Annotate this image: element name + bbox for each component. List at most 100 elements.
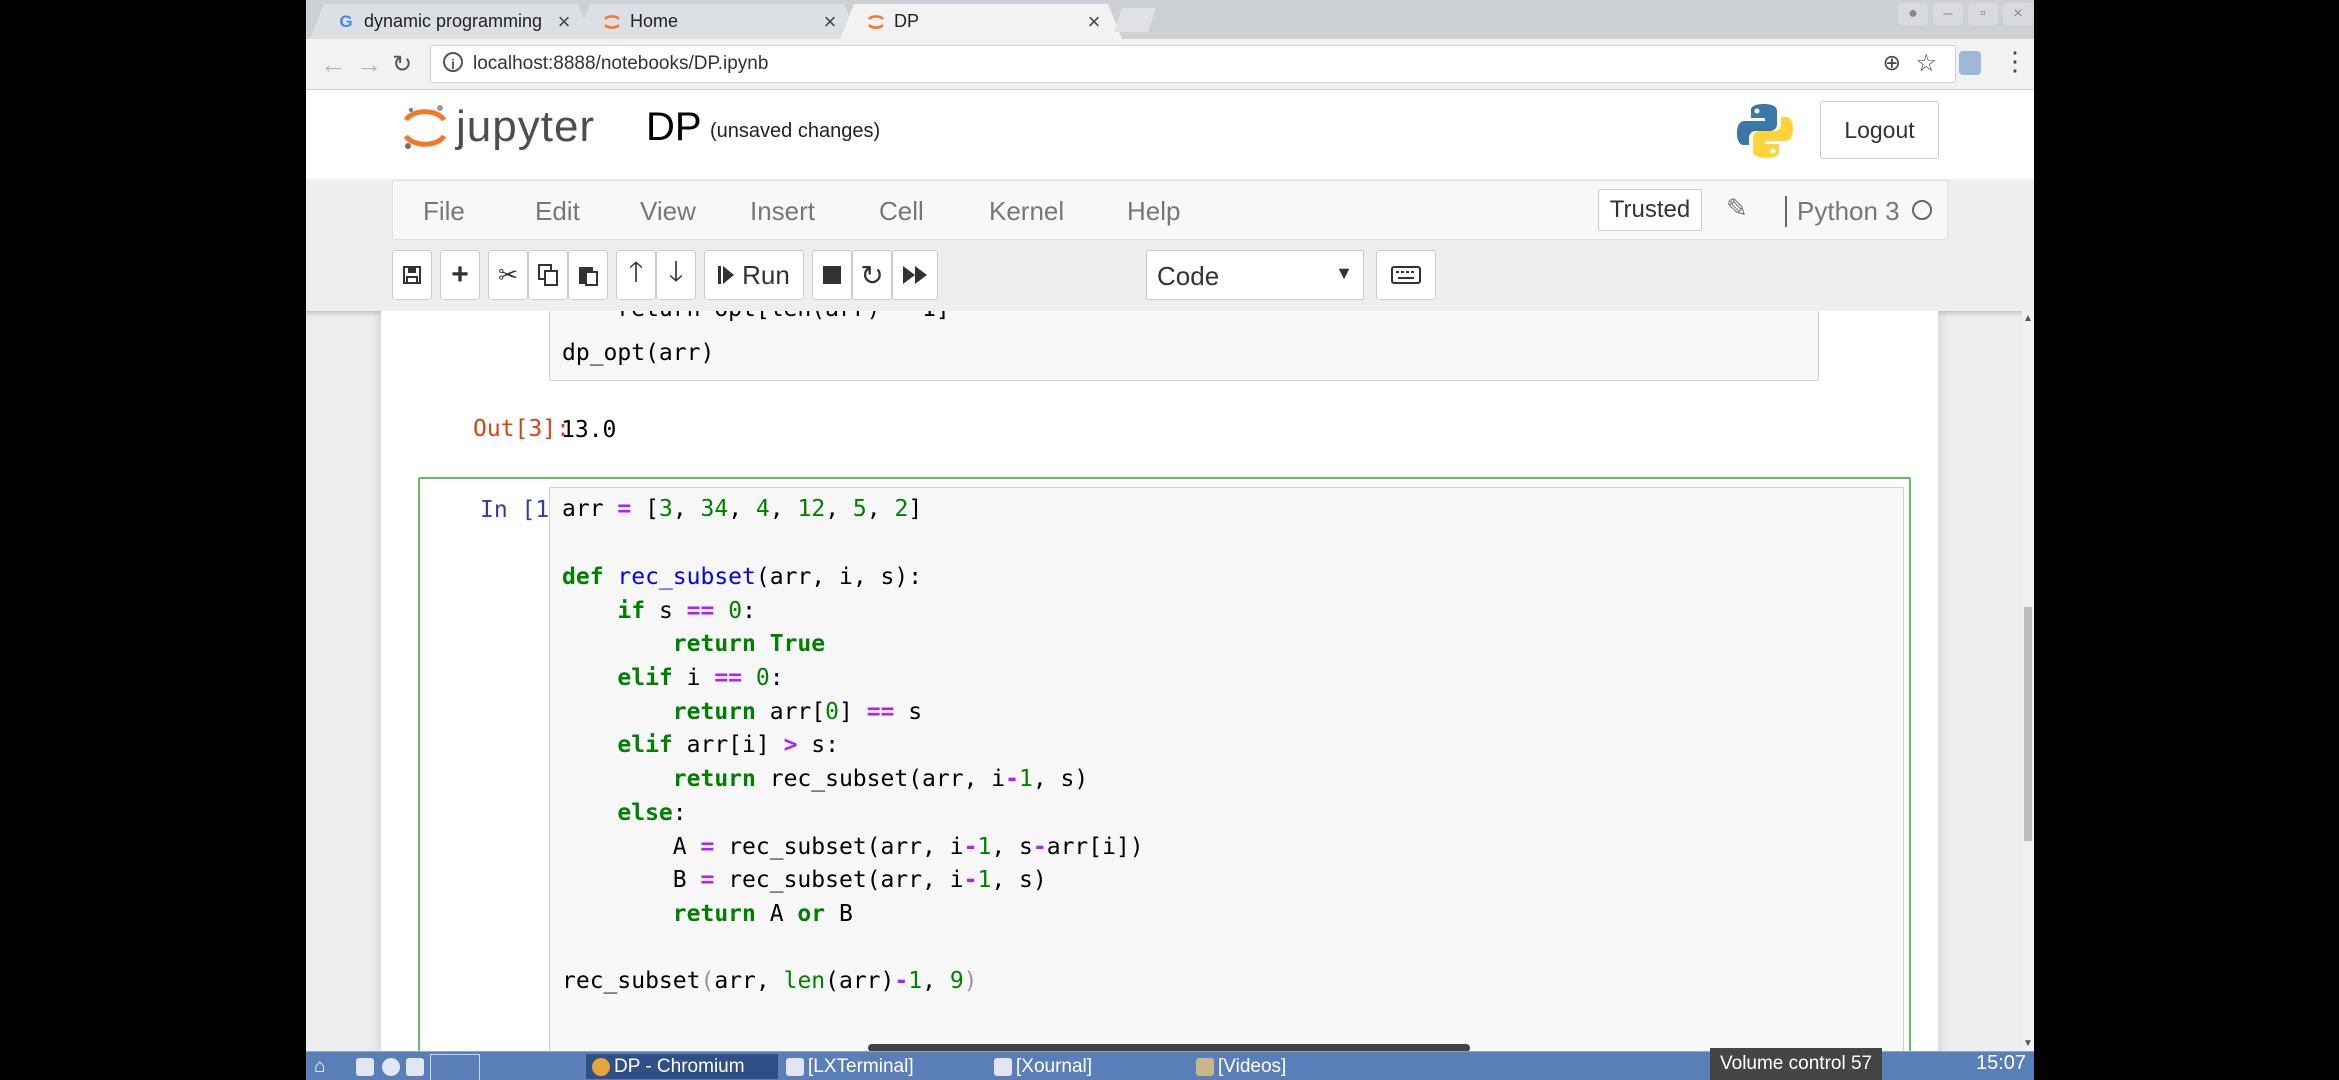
start-menu-icon[interactable]: ⌂	[314, 1054, 325, 1079]
cell-type-value: Code	[1157, 261, 1220, 291]
notebook-area[interactable]: return opt[len(arr) - 1] dp_opt(arr) Out…	[306, 311, 2022, 1051]
cell-type-select[interactable]: Code ▼	[1146, 250, 1364, 300]
cut-button[interactable]: ✂	[488, 250, 528, 300]
close-window-icon[interactable]: ×	[2003, 3, 2033, 25]
jupyter-logo-icon	[866, 12, 886, 32]
scroll-down-icon[interactable]: ▼	[2022, 1038, 2034, 1049]
bookmark-star-icon[interactable]: ☆	[1915, 49, 1937, 78]
site-info-icon[interactable]: i	[443, 52, 463, 72]
close-tab-icon[interactable]: ×	[554, 9, 574, 35]
tab-home[interactable]: Home ×	[576, 4, 858, 39]
taskbar-item-terminal[interactable]: [LXTerminal]	[786, 1054, 914, 1079]
taskbar-item-videos[interactable]: [Videos]	[1196, 1054, 1286, 1079]
restart-icon: ↻	[860, 259, 884, 291]
url-text: localhost:8888/notebooks/DP.ipynb	[473, 53, 769, 74]
menu-view[interactable]: View	[640, 196, 696, 227]
taskbar-item-xournal[interactable]: [Xournal]	[994, 1054, 1092, 1079]
jupyter-wordmark: jupyter	[456, 102, 596, 151]
xournal-icon	[994, 1057, 1012, 1076]
code-line: elif i == 0:	[617, 665, 784, 691]
clock: 15:07	[1976, 1052, 2027, 1074]
folder-icon	[1196, 1057, 1214, 1076]
tab-dp[interactable]: DP ×	[840, 4, 1122, 39]
code-line: return A or B	[672, 901, 853, 927]
notebook-name[interactable]: DP	[646, 105, 702, 150]
minimize-icon[interactable]: –	[1933, 3, 1963, 25]
menu-help[interactable]: Help	[1127, 196, 1180, 227]
google-icon: G	[339, 11, 353, 31]
tab-dynamic-programming[interactable]: G dynamic programming ×	[310, 4, 592, 39]
interrupt-kernel-button[interactable]	[812, 250, 852, 300]
insert-cell-button[interactable]: +	[440, 250, 480, 300]
output-prompt: Out[3]:	[473, 416, 570, 442]
browser-launcher-icon[interactable]	[382, 1054, 404, 1079]
move-up-button[interactable]: 🡑	[616, 250, 656, 300]
zoom-icon[interactable]: ⊕	[1883, 50, 1901, 76]
menu-kernel[interactable]: Kernel	[989, 196, 1064, 227]
restart-run-all-button[interactable]	[892, 250, 938, 300]
code-cell-input[interactable]: return opt[len(arr) - 1] dp_opt(arr)	[549, 311, 1819, 381]
jupyter-logo[interactable]: jupyter	[402, 102, 595, 152]
selected-code-cell[interactable]: In [10]: arr = [3, 34, 4, 12, 5, 2] def …	[418, 477, 1911, 1051]
command-palette-button[interactable]	[1376, 250, 1436, 300]
terminal-icon	[786, 1057, 804, 1076]
paste-button[interactable]	[568, 250, 608, 300]
code-line: return True	[672, 631, 826, 657]
logout-button[interactable]: Logout	[1820, 101, 1939, 159]
profile-icon[interactable]: ●	[1898, 3, 1928, 25]
browser-menu-icon[interactable]: ⋮	[2002, 46, 2028, 77]
trusted-indicator[interactable]: Trusted	[1598, 189, 1702, 231]
forward-icon[interactable]: →	[356, 49, 382, 80]
tab-title: dynamic programming	[364, 11, 543, 31]
menu-cell[interactable]: Cell	[879, 196, 924, 227]
run-button[interactable]: Run	[704, 250, 804, 300]
reload-icon[interactable]: ↻	[392, 50, 412, 79]
close-tab-icon[interactable]: ×	[1084, 9, 1104, 35]
code-line: def rec_subset(arr, i, s):	[562, 564, 923, 590]
browser-toolbar: ← → ↻ i localhost:8888/notebooks/DP.ipyn…	[306, 39, 2034, 90]
code-line: elif arr[i] > s:	[617, 732, 839, 758]
code-line: return opt[len(arr) - 1]	[562, 311, 949, 322]
close-tab-icon[interactable]: ×	[820, 9, 840, 35]
kernel-status-icon	[1912, 200, 1932, 220]
keyboard-icon	[1391, 266, 1421, 284]
notebook-toolbar: + ✂ 🡑 🡓 Run ↻ Code ▼	[392, 248, 1948, 308]
workspace-pager[interactable]	[430, 1054, 480, 1080]
files-icon[interactable]	[356, 1054, 378, 1079]
fast-forward-icon	[903, 266, 927, 284]
arrow-down-icon: 🡓	[668, 256, 684, 287]
plus-icon: +	[451, 258, 469, 291]
stop-icon	[823, 266, 841, 284]
scissors-icon: ✂	[497, 261, 519, 289]
python-logo-icon	[1734, 100, 1796, 162]
save-button[interactable]	[392, 250, 432, 300]
restart-kernel-button[interactable]: ↻	[852, 250, 892, 300]
save-status: (unsaved changes)	[710, 120, 881, 142]
move-down-button[interactable]: 🡓	[656, 250, 696, 300]
code-line: B = rec_subset(arr, i-1, s)	[562, 867, 1047, 893]
back-icon[interactable]: ←	[320, 49, 346, 80]
extension-icon[interactable]	[1959, 51, 1981, 75]
maximize-icon[interactable]: ▫	[1968, 3, 1998, 25]
code-line: rec_subset(arr, len(arr)-1, 9)	[562, 968, 978, 994]
menu-edit[interactable]: Edit	[535, 196, 580, 227]
dropdown-arrow-icon: ▼	[1335, 263, 1353, 283]
menu-insert[interactable]: Insert	[750, 196, 815, 227]
edit-pencil-icon[interactable]: ✎	[1726, 193, 1748, 224]
vertical-scrollbar[interactable]: ▲ ▼	[2022, 311, 2034, 1051]
code-line: A = rec_subset(arr, i-1, s-arr[i])	[562, 834, 1144, 860]
menu-file[interactable]: File	[423, 196, 465, 227]
jupyter-logo-icon	[402, 102, 448, 152]
code-editor[interactable]: arr = [3, 34, 4, 12, 5, 2] def rec_subse…	[549, 487, 1904, 1051]
code-line: dp_opt(arr)	[562, 340, 715, 366]
code-line: arr = [3, 34, 4, 12, 5, 2]	[562, 496, 923, 522]
show-desktop-icon[interactable]	[406, 1054, 428, 1079]
copy-button[interactable]	[528, 250, 568, 300]
taskbar-item-chromium[interactable]: DP - Chromium	[586, 1054, 778, 1079]
address-bar[interactable]: i localhost:8888/notebooks/DP.ipynb ⊕ ☆	[430, 45, 1956, 83]
code-line: return arr[0] == s	[672, 699, 923, 725]
scroll-up-icon[interactable]: ▲	[2022, 313, 2034, 324]
tab-title: DP	[894, 11, 920, 31]
code-line: if s == 0:	[617, 598, 756, 624]
scrollbar-thumb[interactable]	[2024, 607, 2032, 841]
